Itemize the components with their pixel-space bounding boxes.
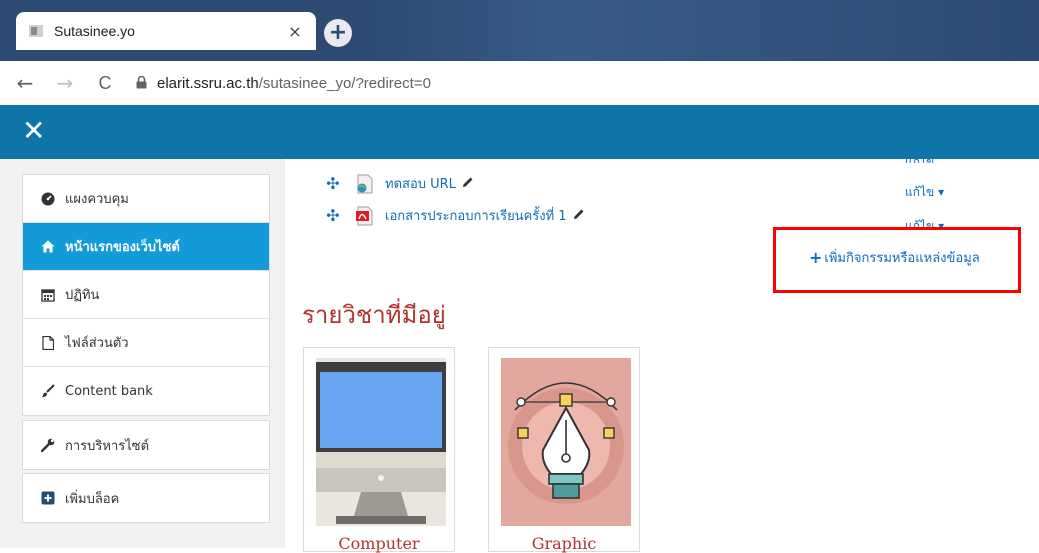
course-card[interactable]: Graphic	[488, 347, 640, 553]
nav-item-label: แผงควบคุม	[65, 192, 129, 207]
activity-link[interactable]: เอกสารประกอบการเรียนครั้งที่ 1	[385, 205, 567, 226]
chevron-down-icon: ▾	[938, 185, 945, 199]
browser-toolbar: ← → C elarit.ssru.ac.th /sutasinee_yo/?r…	[0, 61, 1039, 105]
course-name[interactable]: Graphic	[489, 534, 639, 553]
nav-item-add-block[interactable]: เพิ่มบล็อค	[23, 474, 269, 522]
url-path: /sutasinee_yo/?redirect=0	[258, 74, 431, 92]
blurred-window-title	[360, 0, 1039, 61]
pencil-icon[interactable]	[462, 176, 474, 192]
tab-close-icon[interactable]: ×	[286, 22, 304, 41]
back-arrow-icon[interactable]: ←	[12, 70, 38, 96]
pen-tool-image	[501, 358, 631, 526]
edit-menu[interactable]: แก้ไข	[905, 153, 934, 163]
nav-item-label: Content bank	[65, 383, 153, 399]
browser-tab-strip: Sutasinee.yo × +	[0, 0, 1039, 61]
highlight-box	[773, 227, 1021, 293]
nav-item-label: ไฟล์ส่วนตัว	[65, 336, 129, 351]
page-favicon-icon	[28, 23, 44, 39]
edit-menu-label: แก้ไข	[905, 155, 935, 163]
move-icon[interactable]: ✣	[325, 206, 341, 225]
nav-item-calendar[interactable]: ปฏิทิน	[23, 271, 269, 319]
dashboard-icon	[41, 192, 55, 206]
nav-item-label: เพิ่มบล็อค	[65, 491, 120, 507]
edit-menu-label: แก้ไข	[905, 219, 935, 227]
home-icon	[41, 240, 55, 254]
brush-icon	[41, 384, 55, 398]
nav-group-main: แผงควบคุม หน้าแรกของเว็บไซต์ ปฏิทิน ไฟล์…	[22, 174, 270, 416]
tab-title: Sutasinee.yo	[54, 23, 135, 39]
address-bar[interactable]: elarit.ssru.ac.th /sutasinee_yo/?redirec…	[136, 74, 431, 93]
activity-item: ✣ ทดสอบ URL	[325, 173, 474, 194]
activity-item: ✣ เอกสารประกอบการเรียนครั้งที่ 1	[325, 205, 585, 226]
nav-group-admin: การบริหารไซต์	[22, 420, 270, 470]
wrench-icon	[41, 438, 55, 452]
computer-monitor-image	[316, 358, 446, 526]
close-drawer-icon[interactable]: ✕	[22, 117, 45, 145]
nav-item-private-files[interactable]: ไฟล์ส่วนตัว	[23, 319, 269, 367]
browser-tab[interactable]: Sutasinee.yo ×	[16, 12, 316, 50]
url-host: elarit.ssru.ac.th	[157, 74, 259, 92]
nav-drawer: แผงควบคุม หน้าแรกของเว็บไซต์ ปฏิทิน ไฟล์…	[0, 159, 285, 548]
pencil-icon[interactable]	[573, 208, 585, 224]
forward-arrow-icon[interactable]: →	[52, 70, 78, 96]
url-icon	[355, 174, 375, 194]
edit-menu-label: แก้ไข	[905, 185, 935, 199]
plus-square-icon	[41, 491, 55, 505]
nav-item-site-administration[interactable]: การบริหารไซต์	[23, 421, 269, 469]
new-tab-button[interactable]: +	[324, 19, 352, 47]
course-name[interactable]: Computer	[304, 534, 454, 553]
calendar-icon	[41, 288, 55, 302]
section-title: รายวิชาที่มีอยู่	[302, 301, 446, 329]
course-card[interactable]: Computer	[303, 347, 455, 553]
edit-menu[interactable]: แก้ไข ▾	[905, 183, 944, 202]
pdf-icon	[355, 206, 375, 226]
lock-icon	[136, 74, 147, 93]
move-icon[interactable]: ✣	[325, 174, 341, 193]
edit-menu[interactable]: แก้ไข ▾	[905, 217, 944, 227]
nav-item-dashboard[interactable]: แผงควบคุม	[23, 175, 269, 223]
nav-item-label: หน้าแรกของเว็บไซต์	[65, 240, 180, 255]
nav-item-label: การบริหารไซต์	[65, 438, 150, 454]
chevron-down-icon: ▾	[938, 219, 945, 227]
site-header: ✕	[0, 105, 1039, 159]
nav-item-content-bank[interactable]: Content bank	[23, 367, 269, 415]
main-content: ✣ ทดสอบ URL ✣ เอกสารประกอบการเรียนครั้งท…	[285, 155, 1039, 553]
nav-item-site-home[interactable]: หน้าแรกของเว็บไซต์	[23, 223, 269, 271]
nav-group-blocks: เพิ่มบล็อค	[22, 473, 270, 523]
reload-icon[interactable]: C	[92, 70, 118, 96]
file-icon	[41, 335, 55, 350]
activity-link[interactable]: ทดสอบ URL	[385, 173, 456, 194]
nav-item-label: ปฏิทิน	[65, 288, 100, 303]
